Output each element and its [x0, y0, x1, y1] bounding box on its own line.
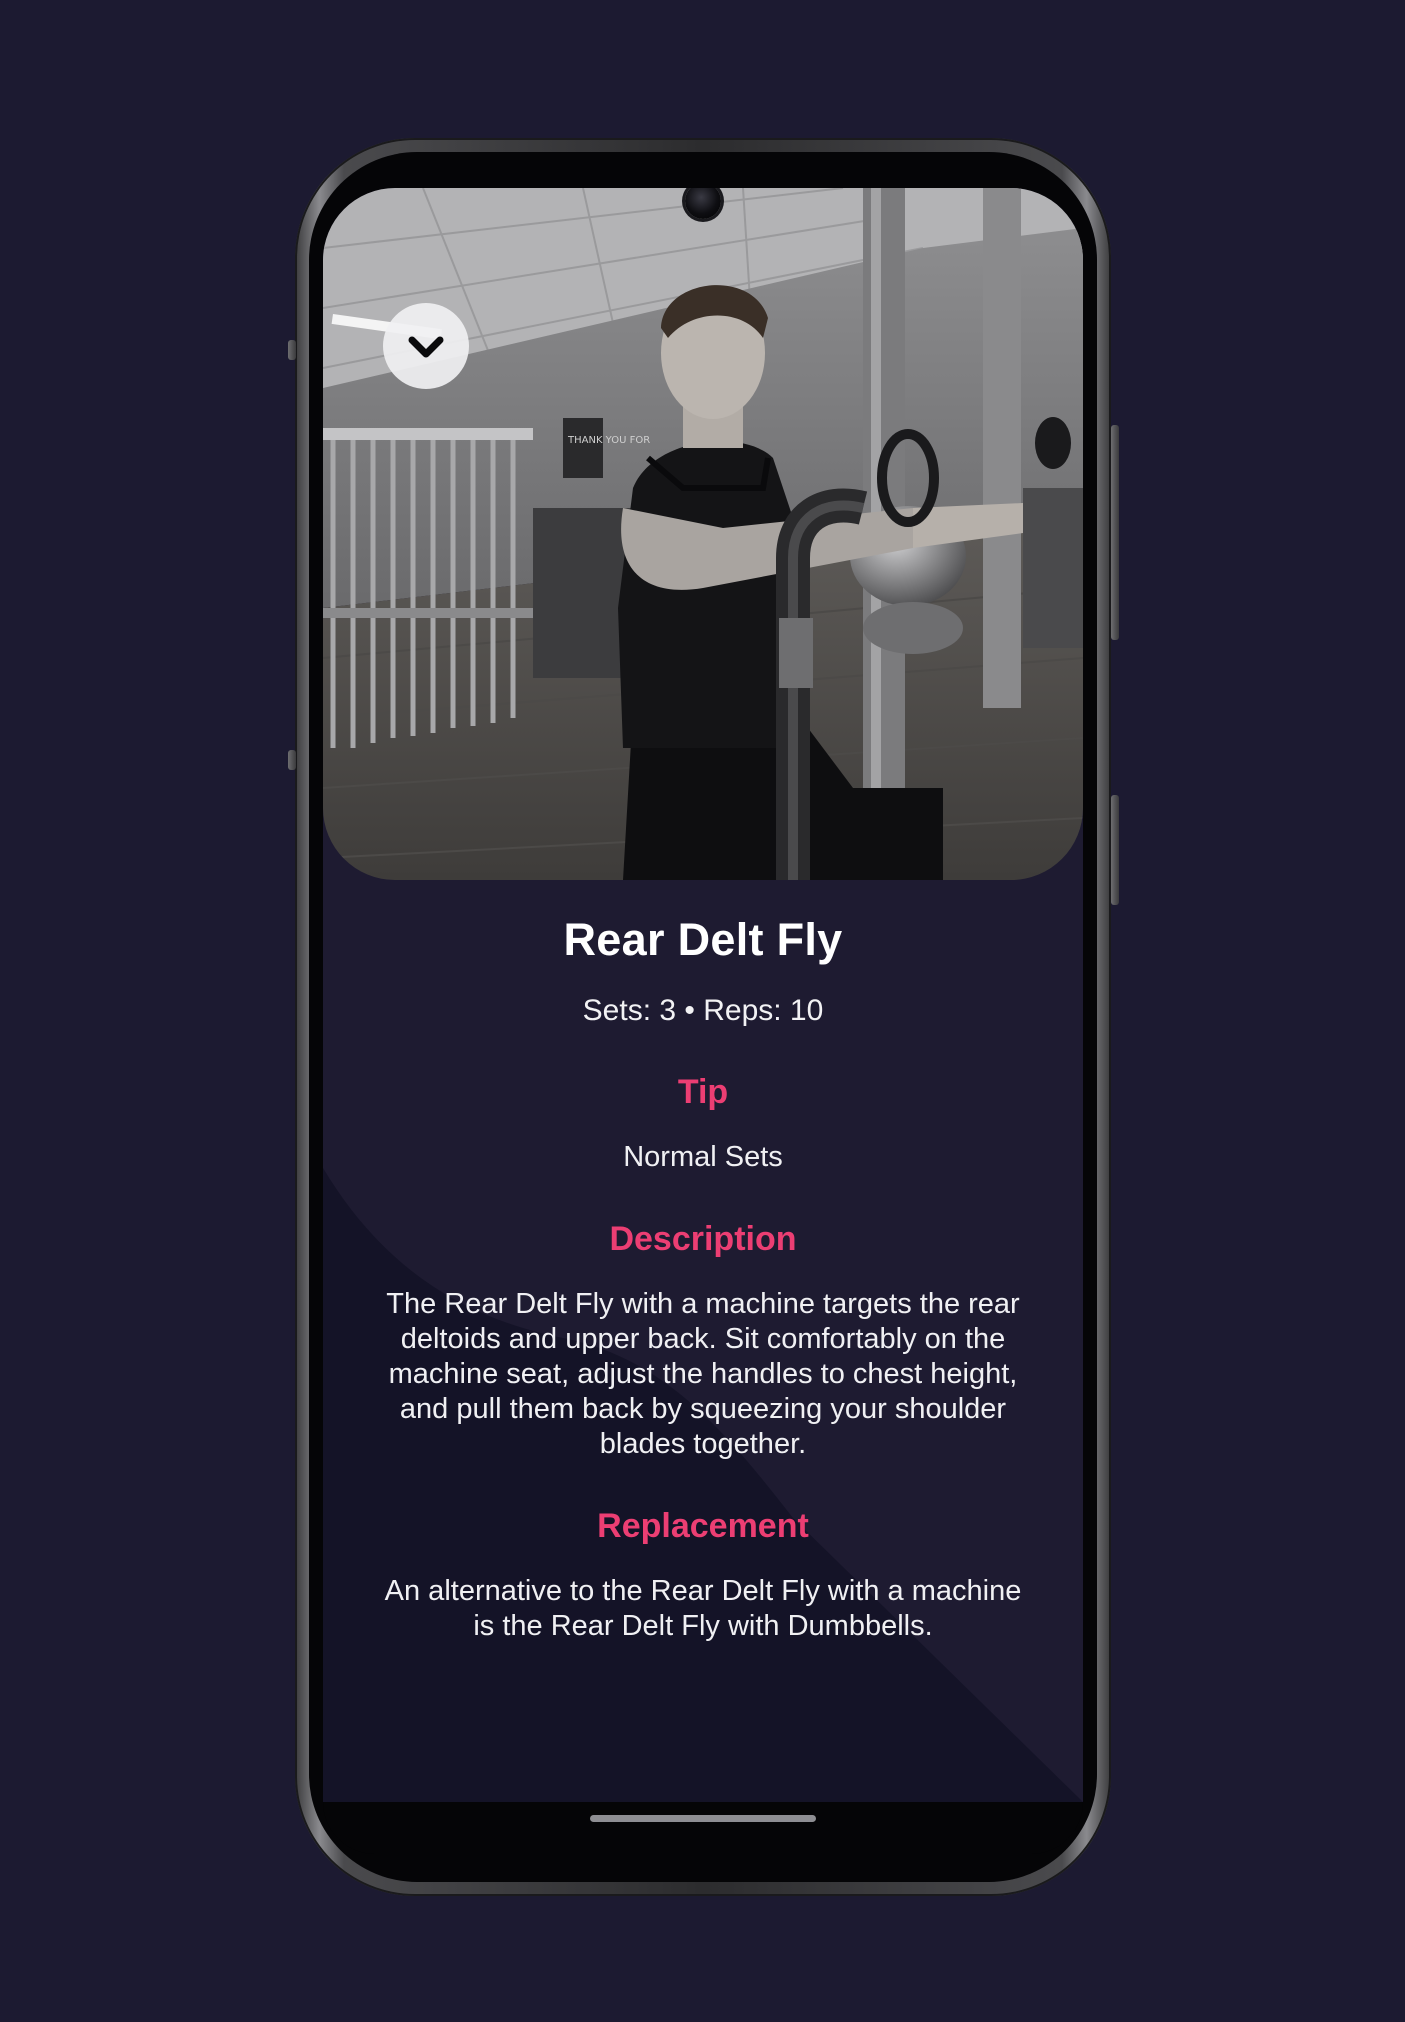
left-button [288, 340, 296, 360]
navigation-bar [323, 1802, 1083, 1854]
description-heading: Description [609, 1220, 797, 1258]
tip-text: Normal Sets [623, 1141, 783, 1173]
volume-button [1111, 795, 1119, 905]
exercise-title: Rear Delt Fly [563, 914, 843, 965]
replacement-text: An alternative to the Rear Delt Fly with… [384, 1575, 1022, 1642]
chevron-down-icon [408, 336, 444, 358]
home-indicator[interactable] [590, 1815, 816, 1822]
tip-heading: Tip [677, 1073, 729, 1111]
replacement-heading: Replacement [597, 1507, 809, 1545]
collapse-button[interactable] [383, 303, 469, 389]
wall-sign-text: THANK YOU FOR [567, 435, 650, 446]
description-text: The Rear Delt Fly with a machine targets… [386, 1288, 1020, 1460]
left-button-2 [288, 750, 296, 770]
app-screen: THANK YOU FOR Rear Delt Fly Sets: 3 • Re… [323, 188, 1083, 1802]
gym-scene-illustration: THANK YOU FOR [323, 188, 1083, 880]
sets-reps-text: Sets: 3 • Reps: 10 [582, 994, 824, 1027]
exercise-photo: THANK YOU FOR [323, 188, 1083, 880]
power-button [1111, 425, 1119, 640]
exercise-details: Rear Delt Fly Sets: 3 • Reps: 10 Tip Nor… [323, 880, 1083, 1644]
